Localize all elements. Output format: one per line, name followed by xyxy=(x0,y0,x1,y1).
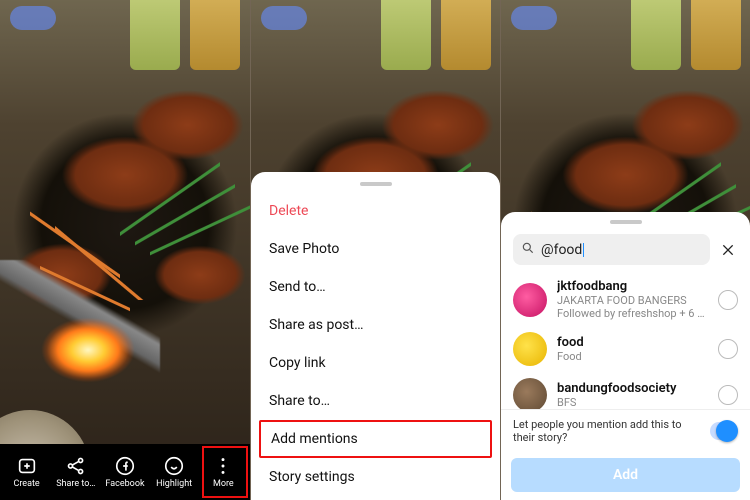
photo-jar xyxy=(441,0,491,70)
mention-results: jktfoodbang JAKARTA FOOD BANGERS Followe… xyxy=(501,273,750,409)
search-row: @food xyxy=(501,230,750,273)
sheet-handle[interactable] xyxy=(360,182,392,186)
select-radio[interactable] xyxy=(718,385,738,405)
result-text: bandungfoodsociety BFS xyxy=(557,381,708,409)
photo-torch-flame xyxy=(0,260,160,440)
sheet-handle[interactable] xyxy=(610,220,642,224)
menu-share-as-post[interactable]: Share as post… xyxy=(251,306,500,344)
avatar xyxy=(513,283,547,317)
result-username: jktfoodbang xyxy=(557,279,708,294)
select-radio[interactable] xyxy=(718,339,738,359)
facebook-icon xyxy=(114,455,136,477)
photo-jar xyxy=(130,0,180,70)
menu-add-mentions[interactable]: Add mentions xyxy=(261,422,490,456)
highlight-button[interactable]: Highlight xyxy=(152,455,196,489)
action-label: Highlight xyxy=(156,479,192,489)
status-pill xyxy=(10,6,56,30)
result-username: food xyxy=(557,335,708,350)
menu-save-photo[interactable]: Save Photo xyxy=(251,230,500,268)
photo-jar xyxy=(190,0,240,70)
search-icon xyxy=(521,240,535,259)
status-pill xyxy=(511,6,557,30)
create-icon xyxy=(16,455,38,477)
status-pill xyxy=(261,6,307,30)
share-to-button[interactable]: Share to… xyxy=(54,455,98,489)
menu-copy-link[interactable]: Copy link xyxy=(251,344,500,382)
select-radio[interactable] xyxy=(718,290,738,310)
share-icon xyxy=(65,455,87,477)
highlight-box-add-mentions: Add mentions xyxy=(259,420,492,458)
result-followed-by: Followed by refreshshop + 6 more xyxy=(557,307,708,320)
mention-result[interactable]: food Food xyxy=(501,326,750,372)
photo-jar xyxy=(691,0,741,70)
photo-jar xyxy=(381,0,431,70)
result-subtitle: JAKARTA FOOD BANGERS xyxy=(557,294,708,307)
menu-send-to[interactable]: Send to… xyxy=(251,268,500,306)
highlight-icon xyxy=(163,455,185,477)
clear-search-button[interactable] xyxy=(718,240,738,260)
mention-footer: Let people you mention add this to their… xyxy=(501,409,750,452)
action-label: Create xyxy=(13,479,39,489)
create-button[interactable]: Create xyxy=(5,455,49,489)
more-button[interactable]: More xyxy=(201,455,245,489)
mention-result[interactable]: jktfoodbang JAKARTA FOOD BANGERS Followe… xyxy=(501,273,750,326)
action-label: Share to… xyxy=(56,479,95,489)
story-action-bar: Create Share to… Facebook Highlight More xyxy=(0,444,250,500)
mention-result[interactable]: bandungfoodsociety BFS xyxy=(501,372,750,409)
more-menu-sheet: Delete Save Photo Send to… Share as post… xyxy=(251,172,500,500)
more-icon xyxy=(212,455,234,477)
panel-add-mentions: @food jktfoodbang JAKARTA FOOD BANGERS F… xyxy=(500,0,750,500)
result-subtitle: BFS xyxy=(557,396,708,409)
action-label: Facebook xyxy=(105,479,144,489)
menu-delete[interactable]: Delete xyxy=(251,192,500,230)
result-username: bandungfoodsociety xyxy=(557,381,708,396)
facebook-button[interactable]: Facebook xyxy=(103,455,147,489)
panel-story-view: Create Share to… Facebook Highlight More xyxy=(0,0,250,500)
search-box[interactable]: @food xyxy=(513,234,710,265)
mention-sheet: @food jktfoodbang JAKARTA FOOD BANGERS F… xyxy=(501,212,750,500)
panel-more-menu: Delete Save Photo Send to… Share as post… xyxy=(250,0,500,500)
action-label: More xyxy=(213,479,234,489)
avatar xyxy=(513,332,547,366)
toggle-knob xyxy=(716,420,738,442)
photo-jar xyxy=(631,0,681,70)
result-text: food Food xyxy=(557,335,708,363)
allow-reshare-toggle[interactable] xyxy=(710,422,738,440)
search-input[interactable]: @food xyxy=(541,242,584,258)
result-subtitle: Food xyxy=(557,350,708,363)
add-button[interactable]: Add xyxy=(511,458,740,492)
menu-share-to[interactable]: Share to… xyxy=(251,382,500,420)
footer-text: Let people you mention add this to their… xyxy=(513,418,702,444)
avatar xyxy=(513,378,547,409)
menu-story-settings[interactable]: Story settings xyxy=(251,458,500,496)
result-text: jktfoodbang JAKARTA FOOD BANGERS Followe… xyxy=(557,279,708,320)
